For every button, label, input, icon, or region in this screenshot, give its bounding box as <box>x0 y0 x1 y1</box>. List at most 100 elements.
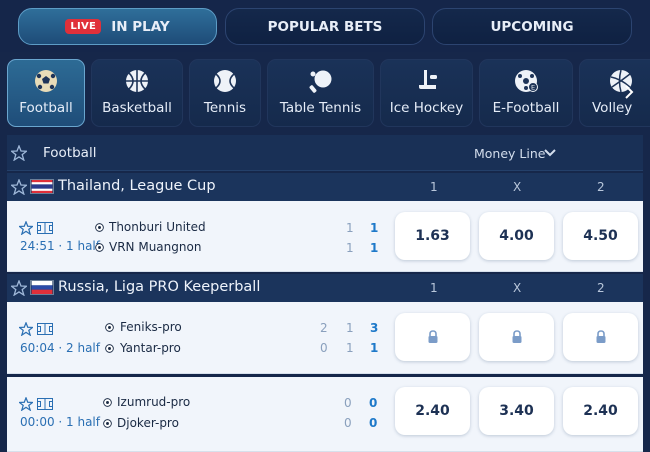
score-period: 1 <box>346 341 354 355</box>
ball-icon <box>105 323 114 332</box>
field-icon[interactable] <box>37 222 53 234</box>
team-away: VRN Muangnon <box>109 240 202 254</box>
sport-label-volleyball: Volley <box>592 100 633 116</box>
score-period: 1 <box>346 321 354 335</box>
sport-label-tennis: Tennis <box>203 100 247 116</box>
league-header: Russia, Liga PRO Keeperball 1 X 2 <box>7 274 643 302</box>
russia-flag-icon <box>30 280 54 295</box>
score-total: 0 <box>369 416 378 430</box>
ball-icon <box>103 398 112 407</box>
star-icon[interactable] <box>19 397 33 411</box>
basketball-icon <box>126 70 148 92</box>
match-time: 60:04 · 2 half <box>20 341 100 355</box>
sport-tile-ice-hockey[interactable]: Ice Hockey <box>380 59 473 127</box>
odd-button-x[interactable]: 4.00 <box>479 212 554 260</box>
star-icon[interactable] <box>11 280 27 296</box>
ball-icon <box>95 223 104 232</box>
top-tabs: LIVE IN PLAY POPULAR BETS UPCOMING <box>0 0 650 52</box>
tab-popular-bets[interactable]: POPULAR BETS <box>225 8 425 45</box>
sport-tile-basketball[interactable]: Basketball <box>91 59 183 127</box>
score-period: 2 <box>320 321 328 335</box>
field-icon[interactable] <box>37 398 53 410</box>
score-period: 0 <box>344 416 352 430</box>
football-icon <box>35 70 57 92</box>
ice-hockey-icon <box>418 70 437 89</box>
league-name: Russia, Liga PRO Keeperball <box>58 279 261 295</box>
odd-button-x-locked[interactable] <box>479 313 554 361</box>
sport-label-table-tennis: Table Tennis <box>279 100 362 116</box>
team-home: Thonburi United <box>109 220 206 234</box>
ball-icon <box>105 344 114 353</box>
odd-button-1-locked[interactable] <box>395 313 470 361</box>
match-row[interactable]: 00:00 · 1 half Izumrud-pro Djoker-pro 0 … <box>7 377 643 452</box>
score-period: 0 <box>344 396 352 410</box>
score-period: 1 <box>346 221 354 235</box>
sports-carousel: Football Basketball Tennis Table Tennis … <box>0 55 650 133</box>
sport-tile-table-tennis[interactable]: Table Tennis <box>267 59 374 127</box>
star-icon[interactable] <box>11 145 27 161</box>
e-football-icon: E <box>515 70 538 92</box>
sport-label-ice-hockey: Ice Hockey <box>389 100 464 116</box>
star-icon[interactable] <box>19 221 33 235</box>
col-1: 1 <box>430 180 438 194</box>
table-tennis-icon <box>309 70 331 93</box>
sport-label-e-football: E-Football <box>492 100 560 116</box>
team-home: Feniks-pro <box>120 320 182 334</box>
odd-button-2[interactable]: 4.50 <box>563 212 638 260</box>
market-select[interactable]: Money Line <box>474 146 545 161</box>
score-total: 3 <box>370 321 379 335</box>
live-badge: LIVE <box>65 19 102 34</box>
ball-icon <box>95 243 104 252</box>
tab-popular-bets-label: POPULAR BETS <box>267 18 383 35</box>
match-row[interactable]: 24:51 · 1 half Thonburi United VRN Muang… <box>7 201 643 272</box>
sport-tile-volleyball[interactable]: Volley <box>579 59 650 127</box>
match-time: 00:00 · 1 half <box>20 415 100 429</box>
col-1: 1 <box>430 281 438 295</box>
thailand-flag-icon <box>30 179 54 194</box>
lock-icon <box>596 330 605 343</box>
market-header: Football Money Line <box>7 135 643 171</box>
league-name: Thailand, League Cup <box>58 178 216 194</box>
sport-tile-tennis[interactable]: Tennis <box>189 59 261 127</box>
sport-tile-football[interactable]: Football <box>7 59 85 127</box>
odd-button-1[interactable]: 2.40 <box>395 387 470 435</box>
col-2: 2 <box>597 180 605 194</box>
chevron-right-icon[interactable] <box>622 85 636 99</box>
svg-text:E: E <box>531 84 535 92</box>
odd-button-1[interactable]: 1.63 <box>395 212 470 260</box>
match-row[interactable]: 60:04 · 2 half Feniks-pro Yantar-pro 2 1… <box>7 302 643 374</box>
team-away: Yantar-pro <box>120 341 181 355</box>
ball-icon <box>103 419 112 428</box>
star-icon[interactable] <box>11 179 27 195</box>
score-total: 1 <box>370 241 379 255</box>
tab-upcoming[interactable]: UPCOMING <box>432 8 632 45</box>
score-period: 1 <box>346 241 354 255</box>
field-icon[interactable] <box>37 323 53 335</box>
score-period: 0 <box>320 341 328 355</box>
sport-label-basketball: Basketball <box>102 100 172 116</box>
star-icon[interactable] <box>19 322 33 336</box>
tab-in-play-label: IN PLAY <box>111 18 170 35</box>
tab-in-play[interactable]: LIVE IN PLAY <box>18 8 217 45</box>
team-home: Izumrud-pro <box>117 395 191 409</box>
tennis-icon <box>214 70 236 92</box>
sport-tile-e-football[interactable]: E E-Football <box>479 59 573 127</box>
odd-button-2[interactable]: 2.40 <box>563 387 638 435</box>
league-header: Thailand, League Cup 1 X 2 <box>7 173 643 201</box>
sport-title: Football <box>43 145 97 161</box>
lock-icon <box>512 330 521 343</box>
match-time: 24:51 · 1 half <box>20 239 100 253</box>
col-2: 2 <box>597 281 605 295</box>
score-total: 0 <box>369 396 378 410</box>
odd-button-2-locked[interactable] <box>563 313 638 361</box>
score-total: 1 <box>370 341 379 355</box>
score-total: 1 <box>370 221 379 235</box>
lock-icon <box>428 330 437 343</box>
team-away: Djoker-pro <box>117 416 179 430</box>
sport-label-football: Football <box>19 100 73 116</box>
col-x: X <box>513 281 522 295</box>
tab-upcoming-label: UPCOMING <box>490 18 574 35</box>
odd-button-x[interactable]: 3.40 <box>479 387 554 435</box>
chevron-down-icon[interactable] <box>544 148 556 158</box>
col-x: X <box>513 180 522 194</box>
